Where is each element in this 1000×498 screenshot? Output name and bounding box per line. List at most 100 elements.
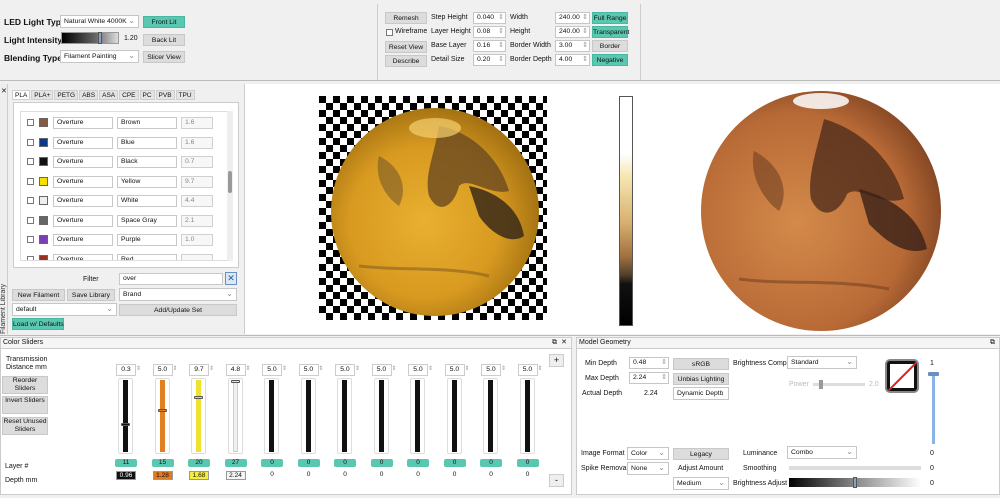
row-checkbox[interactable] xyxy=(27,158,34,165)
vertical-slider[interactable] xyxy=(928,372,939,444)
transmission-input[interactable]: 0.3 xyxy=(116,364,136,376)
row-checkbox[interactable] xyxy=(27,119,34,126)
reorder-sliders-button[interactable]: Reorder Sliders xyxy=(2,376,48,394)
add-update-set-button[interactable]: Add/Update Set xyxy=(119,304,237,316)
td-field[interactable] xyxy=(181,253,213,260)
color-name-field[interactable]: Brown xyxy=(117,117,177,129)
color-swatch[interactable] xyxy=(39,176,48,186)
stepper-icon[interactable]: ⇕ xyxy=(136,365,141,372)
slider-track[interactable] xyxy=(232,380,238,452)
stepper-icon[interactable]: ⇕ xyxy=(319,365,324,372)
transmission-input[interactable]: 4.8 xyxy=(225,364,246,376)
color-name-field[interactable]: Space Gray xyxy=(117,214,177,227)
list-item[interactable]: Overture Space Gray 2.1 xyxy=(21,212,221,230)
list-item[interactable]: Overture Purple 1.0 xyxy=(21,231,221,249)
list-item[interactable]: Overture Brown 1.6 xyxy=(21,114,221,132)
unbias-lighting-button[interactable]: Unbias Lighting xyxy=(673,373,729,385)
detail-size-input[interactable]: 0.20 xyxy=(473,54,506,66)
slider-track[interactable] xyxy=(159,380,165,452)
color-name-field[interactable]: Purple xyxy=(117,234,177,246)
td-field[interactable]: 1.6 xyxy=(181,136,213,149)
color-swatch[interactable] xyxy=(39,215,48,225)
min-depth-input[interactable]: 0.48 xyxy=(629,357,669,369)
slider-track[interactable] xyxy=(378,380,384,452)
transmission-input[interactable]: 5.0 xyxy=(481,364,501,376)
tab-petg[interactable]: PETG xyxy=(54,90,79,100)
slider-knob[interactable] xyxy=(121,423,130,427)
brand-field[interactable]: Overture xyxy=(53,136,113,149)
brightness-comp-select[interactable]: Standard xyxy=(787,356,857,369)
slider-track[interactable] xyxy=(305,380,311,452)
color-name-field[interactable]: White xyxy=(117,195,177,207)
smoothing-slider[interactable] xyxy=(789,466,921,470)
brand-field[interactable]: Overture xyxy=(53,117,113,129)
height-input[interactable]: 240.00 xyxy=(555,26,590,38)
color-name-field[interactable]: Black xyxy=(117,156,177,168)
front-lit-button[interactable]: Front Lit xyxy=(143,16,185,28)
stepper-icon[interactable]: ⇕ xyxy=(392,365,397,372)
border-button[interactable]: Border xyxy=(592,40,628,52)
border-width-input[interactable]: 3.00 xyxy=(555,40,590,52)
adjust-amount-select[interactable]: Medium xyxy=(673,477,729,490)
td-field[interactable]: 2.1 xyxy=(181,214,213,227)
tab-pc[interactable]: PC xyxy=(139,90,155,100)
remove-slider-button[interactable]: - xyxy=(549,474,564,487)
transmission-input[interactable]: 5.0 xyxy=(262,364,282,376)
brand-field[interactable]: Overture xyxy=(53,195,113,207)
brand-field[interactable]: Overture xyxy=(53,156,113,168)
brand-select[interactable]: Brand xyxy=(119,288,237,301)
transmission-input[interactable]: 5.0 xyxy=(152,364,173,376)
base-layer-input[interactable]: 0.16 xyxy=(473,40,506,52)
stepper-icon[interactable]: ⇕ xyxy=(465,365,470,372)
list-item[interactable]: Overture Blue 1.6 xyxy=(21,134,221,152)
reset-unused-sliders-button[interactable]: Reset Unused Sliders xyxy=(2,417,48,435)
luminance-select[interactable]: Combo xyxy=(787,446,857,459)
clear-filter-icon[interactable]: ✕ xyxy=(225,272,237,285)
spike-removal-select[interactable]: None xyxy=(627,462,669,475)
blending-type-select[interactable]: Filament Painting xyxy=(60,50,139,63)
slider-track[interactable] xyxy=(488,380,493,452)
slider-track[interactable] xyxy=(196,380,201,452)
close-icon[interactable]: ✕ xyxy=(561,338,567,348)
image-format-select[interactable]: Color xyxy=(627,447,669,460)
stepper-icon[interactable]: ⇕ xyxy=(355,365,360,372)
float-icon[interactable]: ⧉ xyxy=(990,338,995,348)
tab-abs[interactable]: ABS xyxy=(79,90,99,100)
brightness-adjust-slider[interactable] xyxy=(789,477,921,488)
transmission-input[interactable]: 5.0 xyxy=(335,364,355,376)
stepper-icon[interactable]: ⇕ xyxy=(282,365,287,372)
tab-tpu[interactable]: TPU xyxy=(175,90,195,100)
slicer-view-button[interactable]: Slicer View xyxy=(143,51,185,63)
color-swatch[interactable] xyxy=(39,118,48,127)
color-name-field[interactable]: Yellow xyxy=(117,175,177,188)
row-checkbox[interactable] xyxy=(27,177,34,185)
layer-height-input[interactable]: 0.08 xyxy=(473,26,506,38)
stepper-icon[interactable]: ⇕ xyxy=(538,365,543,372)
dynamic-depth-select[interactable]: Dynamic Depth xyxy=(673,387,729,400)
wireframe-checkbox[interactable] xyxy=(386,29,393,36)
back-lit-button[interactable]: Back Lit xyxy=(143,34,185,46)
slider-knob[interactable] xyxy=(194,395,203,399)
set-select[interactable]: default xyxy=(12,303,117,316)
swatch-preview[interactable] xyxy=(885,359,919,393)
stepper-icon[interactable]: ⇕ xyxy=(173,365,178,372)
power-slider[interactable] xyxy=(813,380,865,389)
new-filament-button[interactable]: New Filament xyxy=(12,289,65,301)
color-name-field[interactable]: Red xyxy=(117,253,177,260)
list-item[interactable]: Overture Yellow 9.7 xyxy=(21,173,221,191)
stepper-icon[interactable]: ⇕ xyxy=(246,365,251,372)
slider-knob[interactable] xyxy=(230,380,240,383)
brand-field[interactable]: Overture xyxy=(53,175,113,188)
transmission-input[interactable]: 5.0 xyxy=(517,364,538,376)
color-swatch[interactable] xyxy=(39,235,48,244)
td-field[interactable]: 0.7 xyxy=(181,156,213,168)
negative-button[interactable]: Negative xyxy=(592,54,628,66)
step-height-input[interactable]: 0.040 xyxy=(473,12,506,24)
transmission-input[interactable]: 5.0 xyxy=(444,364,465,376)
invert-sliders-button[interactable]: Invert Sliders xyxy=(2,396,48,414)
add-slider-button[interactable]: + xyxy=(549,354,564,367)
transparent-button[interactable]: Transparent xyxy=(592,26,629,38)
save-library-button[interactable]: Save Library xyxy=(67,289,115,301)
width-input[interactable]: 240.00 xyxy=(555,12,590,24)
slider-track[interactable] xyxy=(342,380,347,452)
